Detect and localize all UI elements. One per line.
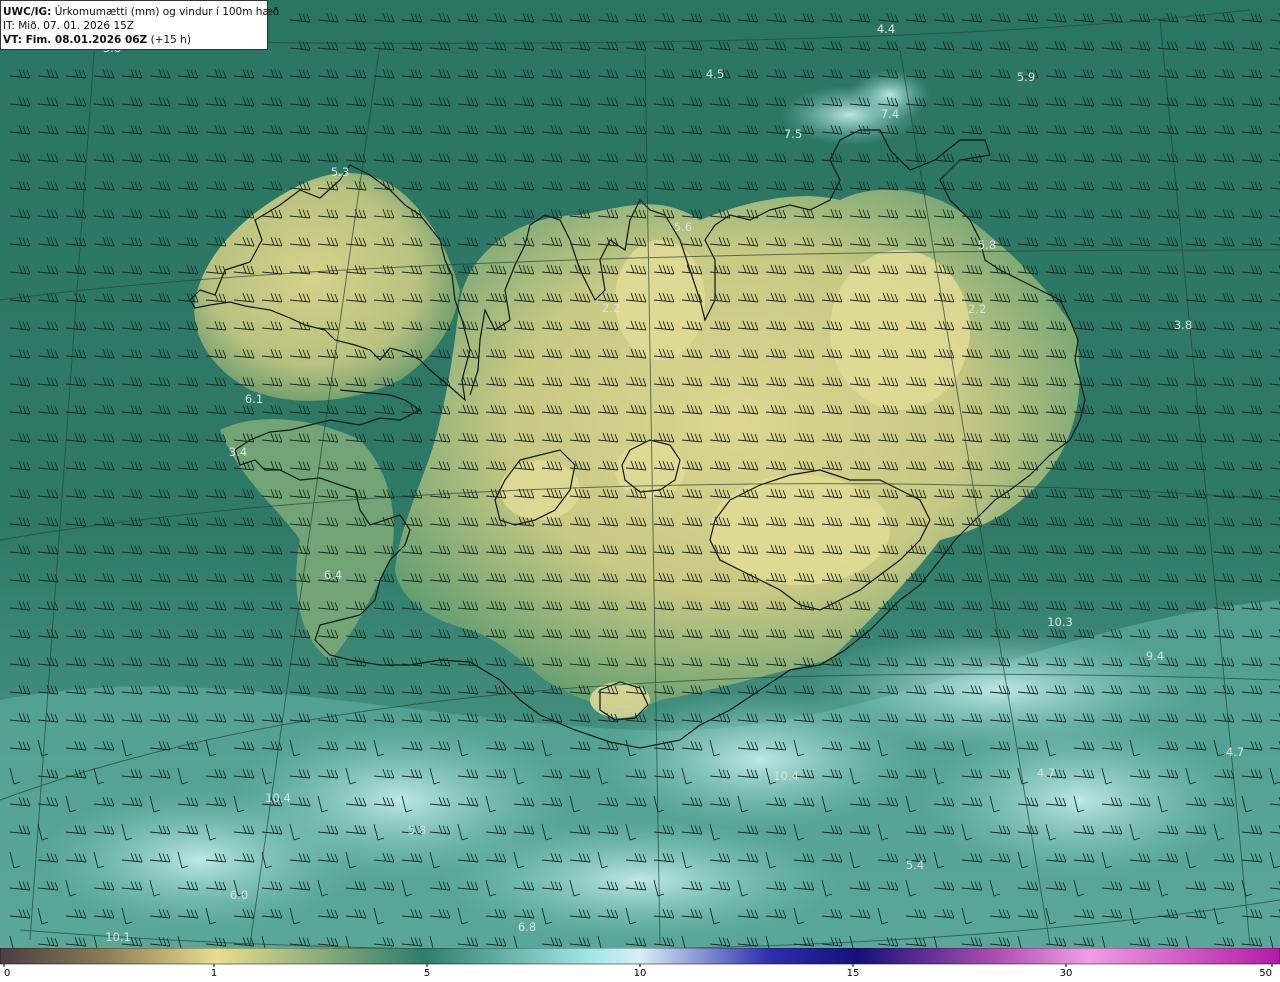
precip-value-label: 10.1 <box>105 930 131 944</box>
colorbar-tick-label: 50 <box>1259 968 1272 978</box>
colorbar-gradient <box>0 947 1280 965</box>
forecast-offset: (+15 h) <box>150 34 191 46</box>
precip-value-label: 5.3 <box>331 165 349 179</box>
colorbar-tick-label: 30 <box>1060 968 1073 978</box>
colorbar-svg: 0 1 5 10 15 30 50 <box>0 947 1280 979</box>
initial-time: IT: Mið. 07. 01. 2026 15Z <box>3 20 134 32</box>
precip-value-label: 5.8 <box>978 238 996 252</box>
precip-value-label: 4.7 <box>1037 766 1055 780</box>
precip-value-label: 6.8 <box>518 920 536 934</box>
precip-value-label: 3.8 <box>1174 318 1192 332</box>
precip-value-label: 4.7 <box>1226 745 1244 759</box>
weather-map: 3.84.44.55.97.57.45.35.65.82.23.86.13.46… <box>0 0 1280 948</box>
precip-value-label: 2.2 <box>602 301 620 315</box>
precip-value-label: 5.6 <box>674 220 692 234</box>
title-row: UWC/IG: Úrkomumætti (mm) og vindur í 100… <box>3 5 279 19</box>
precip-value-label: 9.4 <box>1146 649 1164 663</box>
precip-value-label: 4.5 <box>706 67 724 81</box>
colorbar-tick-label: 15 <box>847 968 860 978</box>
precip-value-label: 4.4 <box>877 22 895 36</box>
precip-value-label: 2.2 <box>968 302 986 316</box>
valid-time: VT: Fim. 08.01.2026 06Z <box>3 34 148 46</box>
colorbar-tick-label: 0 <box>4 968 10 978</box>
valid-time-row: VT: Fim. 08.01.2026 06Z (+15 h) <box>3 33 265 47</box>
colorbar-tick-label: 10 <box>634 968 647 978</box>
precip-value-label: 7.4 <box>881 107 899 121</box>
precip-value-label: 6.0 <box>230 888 248 902</box>
precip-value-label: 5.4 <box>906 858 924 872</box>
map-title: Úrkomumætti (mm) og vindur í 100m hæð <box>54 6 280 18</box>
colorbar-tick-label: 5 <box>424 968 430 978</box>
precip-value-label: 10.4 <box>265 791 291 805</box>
model-prefix: UWC/IG: <box>3 6 52 18</box>
precip-value-label: 10.4 <box>773 769 799 783</box>
precip-value-label: 3.4 <box>229 445 247 459</box>
precip-value-label: 5.8 <box>408 823 426 837</box>
precip-value-label: 5.9 <box>1017 70 1035 84</box>
colorbar: 0 1 5 10 15 30 50 <box>0 947 1280 979</box>
precip-value-label: 6.1 <box>245 392 263 406</box>
colorbar-ticks: 0 1 5 10 15 30 50 <box>3 964 1273 979</box>
map-info-box: UWC/IG: Úrkomumætti (mm) og vindur í 100… <box>0 0 279 50</box>
precip-value-label: 6.4 <box>324 568 342 582</box>
precip-value-label: 7.5 <box>784 127 802 141</box>
precip-value-label: 10.3 <box>1047 615 1073 629</box>
map-canvas: 3.84.44.55.97.57.45.35.65.82.23.86.13.46… <box>0 0 1280 948</box>
colorbar-tick-label: 1 <box>211 968 217 978</box>
